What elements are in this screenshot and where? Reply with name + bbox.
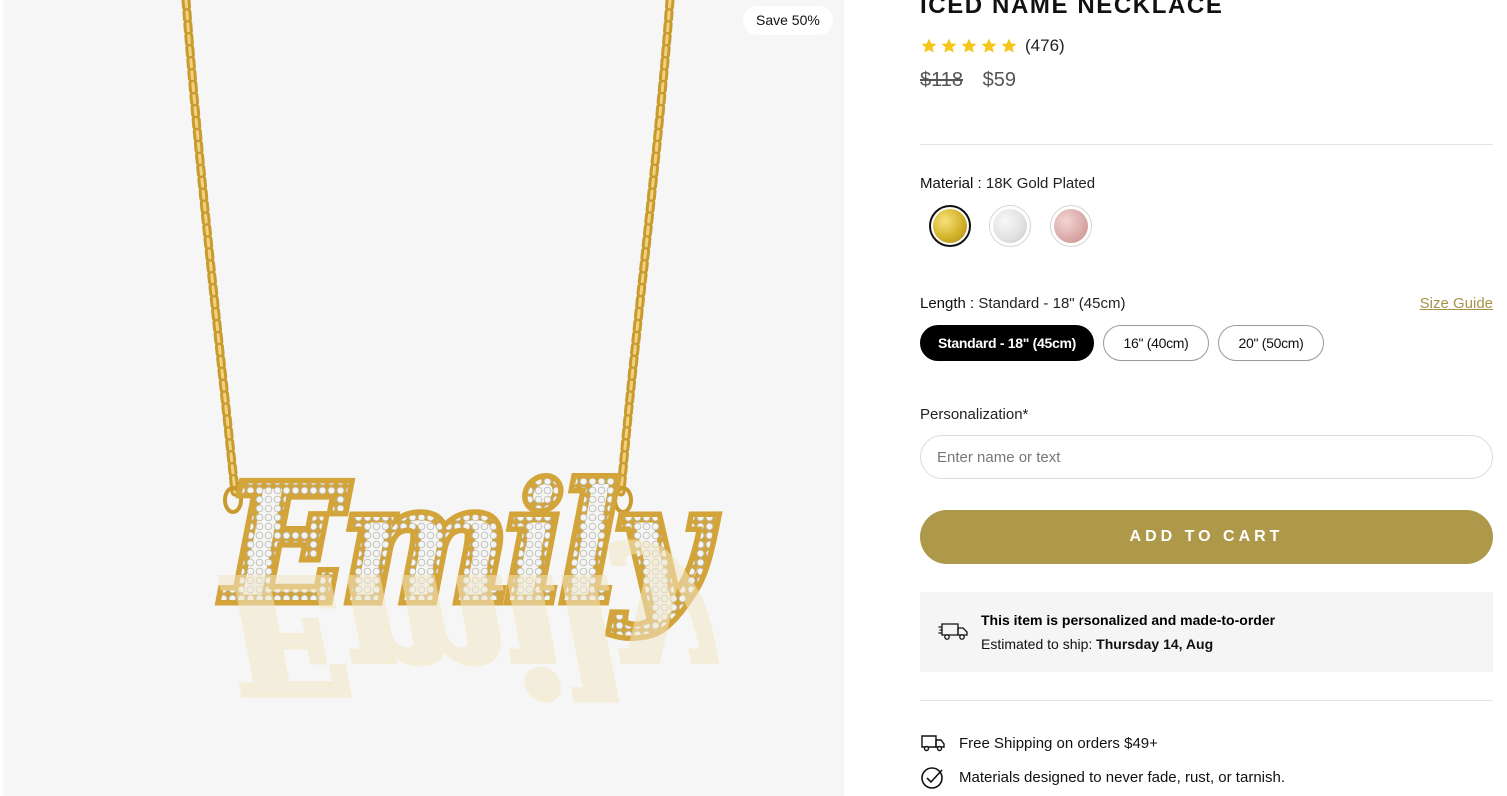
length-option-20[interactable]: 20" (50cm) <box>1218 325 1324 361</box>
star-icon <box>961 38 977 53</box>
price-original: $118 <box>920 69 964 91</box>
feature-text: Materials designed to never fade, rust, … <box>959 768 1286 786</box>
swatch-silver[interactable] <box>989 205 1031 247</box>
length-option-standard[interactable]: Standard - 18" (45cm) <box>920 325 1094 361</box>
divider <box>920 144 1493 145</box>
necklace-illustration: Emily Emily <box>181 0 728 731</box>
add-to-cart-button[interactable]: ADD TO CART <box>920 510 1493 564</box>
rating[interactable]: (476) <box>920 36 1065 56</box>
length-selected: Standard - 18" (45cm) <box>978 295 1126 312</box>
swatch-rose-gold[interactable] <box>1050 205 1092 247</box>
star-icon <box>921 38 937 53</box>
price-sale: $59 <box>982 69 1016 91</box>
delivery-truck-icon <box>938 623 968 640</box>
feature-text: Free Shipping on orders $49+ <box>959 734 1158 752</box>
save-badge: Save 50% <box>743 6 833 35</box>
star-icon <box>941 38 957 53</box>
notice-title: This item is personalized and made-to-or… <box>981 612 1276 628</box>
size-guide-link[interactable]: Size Guide <box>1420 295 1493 312</box>
length-option-16[interactable]: 16" (40cm) <box>1103 325 1209 361</box>
product-title: ICED NAME NECKLACE <box>920 0 1224 19</box>
divider <box>920 700 1493 701</box>
feature-free-shipping: Free Shipping on orders $49+ <box>920 733 1158 753</box>
feature-materials: Materials designed to never fade, rust, … <box>920 765 1285 789</box>
swatch-gold[interactable] <box>929 205 971 247</box>
truck-icon <box>921 735 945 752</box>
review-count[interactable]: (476) <box>1025 36 1065 56</box>
price: $118 $59 <box>920 69 1016 92</box>
made-to-order-notice: This item is personalized and made-to-or… <box>920 592 1493 672</box>
length-label: Length : Standard - 18" (45cm) <box>920 295 1126 312</box>
personalization-input[interactable] <box>920 435 1493 479</box>
star-rating <box>920 37 1018 55</box>
material-selected: 18K Gold Plated <box>985 175 1096 192</box>
star-icon <box>981 38 997 53</box>
ship-estimate: Estimated to ship: Thursday 14, Aug <box>981 636 1214 652</box>
personalization-label: Personalization* <box>920 406 1029 423</box>
star-icon <box>1001 38 1017 53</box>
check-circle-icon <box>921 767 943 789</box>
ship-date: Thursday 14, Aug <box>1096 636 1214 652</box>
svg-text:Emily: Emily <box>221 540 717 728</box>
product-image[interactable]: Emily Emily Save 50% <box>3 0 844 796</box>
material-label: Material : 18K Gold Plated <box>920 175 1096 192</box>
